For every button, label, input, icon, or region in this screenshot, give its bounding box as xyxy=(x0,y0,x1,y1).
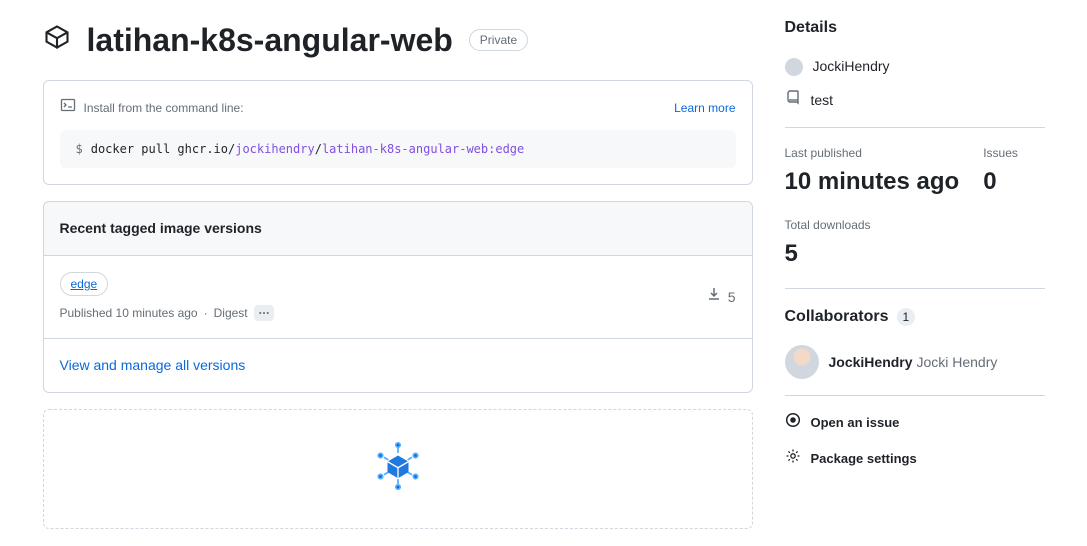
details-heading: Details xyxy=(785,16,1045,40)
published-text: Published 10 minutes ago xyxy=(60,304,198,322)
install-box: Install from the command line: Learn mor… xyxy=(43,80,753,185)
gear-icon xyxy=(785,448,801,470)
repo-link[interactable]: test xyxy=(785,89,1045,111)
container-art-icon xyxy=(370,438,426,500)
package-settings-link[interactable]: Package settings xyxy=(785,448,1045,470)
issues-value: 0 xyxy=(983,164,1018,200)
repo-icon xyxy=(785,89,801,111)
package-title: latihan-k8s-angular-web xyxy=(87,16,453,64)
open-issue-link[interactable]: Open an issue xyxy=(785,412,1045,434)
issues-label: Issues xyxy=(983,144,1018,162)
prompt: $ xyxy=(76,140,83,158)
install-command[interactable]: $ docker pull ghcr.io/jockihendry/latiha… xyxy=(60,130,736,168)
owner-link[interactable]: JockiHendry xyxy=(785,56,1045,77)
downloads-label: Total downloads xyxy=(785,216,1045,234)
downloads-value: 5 xyxy=(785,236,1045,272)
last-published-value: 10 minutes ago xyxy=(785,164,960,200)
page-header: latihan-k8s-angular-web Private xyxy=(43,16,753,64)
download-count: 5 xyxy=(728,287,736,308)
digest-label: Digest xyxy=(214,304,248,322)
last-published-label: Last published xyxy=(785,144,960,162)
container-icon xyxy=(43,23,71,57)
command-text: docker pull ghcr.io/jockihendry/latihan-… xyxy=(91,140,525,158)
version-tag[interactable]: edge xyxy=(60,272,109,296)
kebab-icon[interactable] xyxy=(254,305,274,321)
collaborators-heading: Collaborators 1 xyxy=(785,305,1045,329)
learn-more-link[interactable]: Learn more xyxy=(674,99,735,117)
collaborator-item[interactable]: JockiHendry Jocki Hendry xyxy=(785,345,1045,379)
versions-box: Recent tagged image versions edge Publis… xyxy=(43,201,753,393)
issue-icon xyxy=(785,412,801,434)
collaborators-count: 1 xyxy=(897,308,916,326)
versions-heading: Recent tagged image versions xyxy=(44,202,752,256)
sidebar: Details JockiHendry test Last published … xyxy=(785,16,1045,529)
install-label: Install from the command line: xyxy=(84,99,244,117)
download-icon xyxy=(706,286,722,308)
version-item: edge Published 10 minutes ago · Digest xyxy=(44,256,752,339)
visibility-badge: Private xyxy=(469,29,528,51)
terminal-icon xyxy=(60,97,76,118)
manage-versions-link[interactable]: View and manage all versions xyxy=(60,357,246,373)
readme-placeholder xyxy=(43,409,753,529)
avatar-icon xyxy=(785,345,819,379)
avatar-icon xyxy=(785,58,803,76)
